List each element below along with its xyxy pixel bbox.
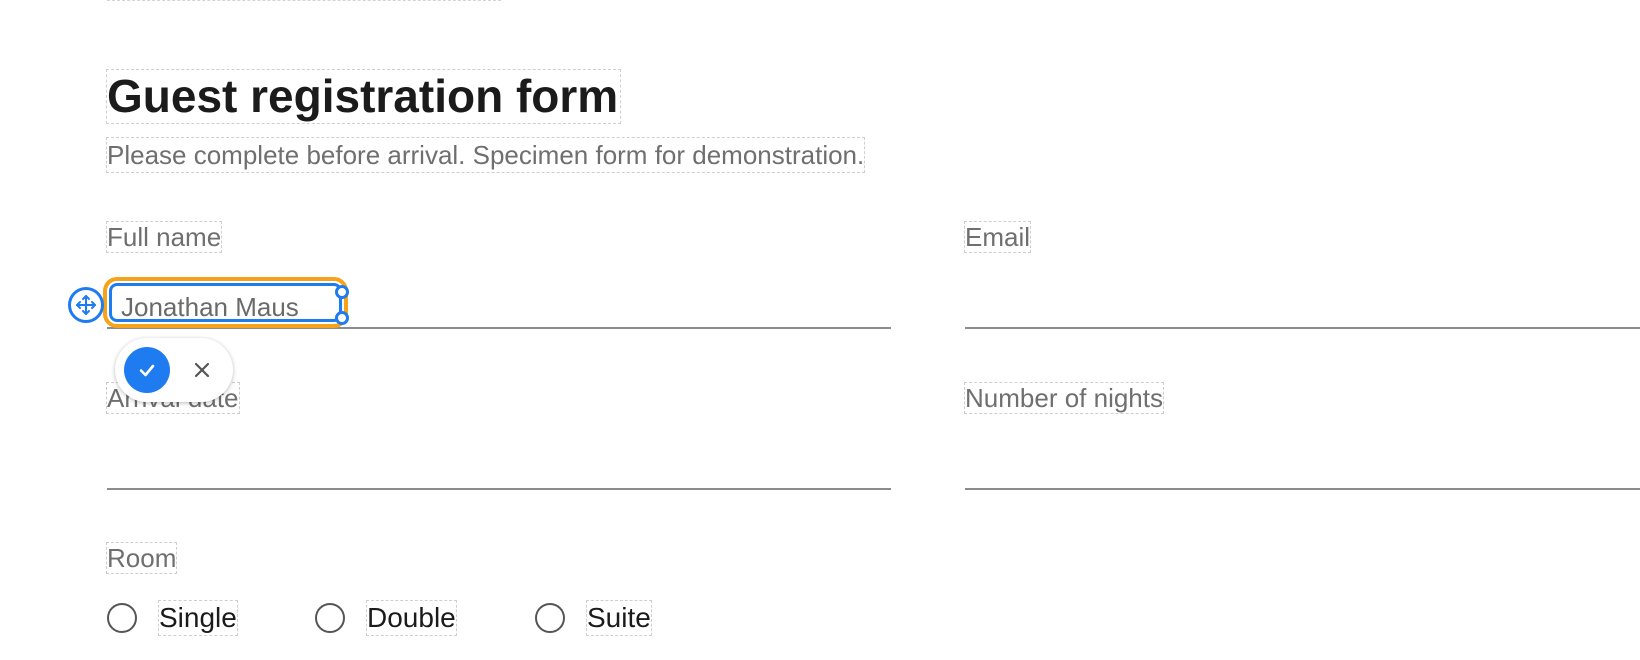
- arrival-date-underline: [107, 488, 891, 490]
- cancel-button[interactable]: [183, 351, 221, 389]
- check-icon: [139, 364, 155, 377]
- text-annotation-editor[interactable]: Jonathan Maus: [103, 277, 349, 328]
- nights-field[interactable]: [965, 450, 1640, 488]
- nights-label: Number of nights: [964, 382, 1164, 414]
- move-icon: [76, 295, 96, 315]
- email-underline: [965, 327, 1640, 329]
- single-label: Single: [158, 600, 238, 636]
- room-label: Room: [105, 542, 178, 574]
- room-option-double[interactable]: Double: [315, 598, 457, 638]
- double-radio[interactable]: [315, 603, 345, 633]
- confirm-button[interactable]: [124, 347, 170, 393]
- full-name-label: Full name: [105, 221, 223, 253]
- annotation-action-bar: [115, 338, 233, 402]
- suite-label: Suite: [586, 600, 652, 636]
- previous-section-edge: [107, 0, 501, 1]
- text-annotation-content[interactable]: Jonathan Maus: [121, 292, 299, 322]
- room-option-single[interactable]: Single: [107, 598, 238, 638]
- arrival-date-field[interactable]: [107, 450, 895, 488]
- email-label: Email: [963, 221, 1032, 253]
- suite-radio[interactable]: [535, 603, 565, 633]
- page-title: Guest registration form: [105, 69, 622, 124]
- double-label: Double: [366, 600, 457, 636]
- email-field[interactable]: [965, 288, 1640, 326]
- room-option-suite[interactable]: Suite: [535, 598, 652, 638]
- page-subtitle: Please complete before arrival. Specimen…: [105, 137, 866, 173]
- move-handle[interactable]: [68, 287, 104, 323]
- nights-underline: [965, 488, 1640, 490]
- close-icon: [194, 362, 210, 378]
- resize-handle-bottom-right[interactable]: [335, 311, 349, 325]
- resize-handle-top-right[interactable]: [335, 285, 349, 299]
- single-radio[interactable]: [107, 603, 137, 633]
